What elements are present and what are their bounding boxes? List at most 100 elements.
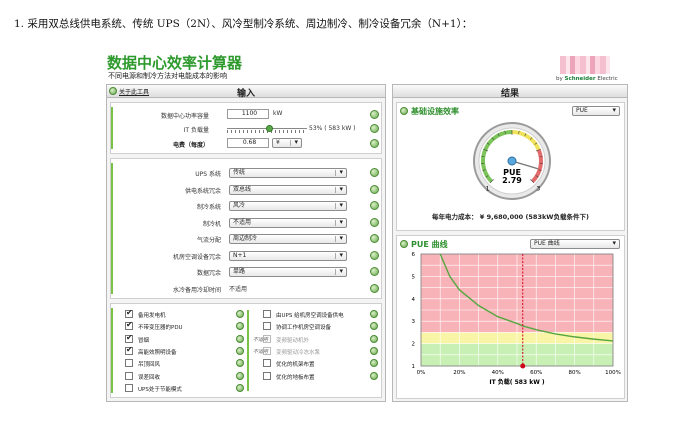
config-select[interactable]: 不适用 [229,217,347,228]
power-label: 数据中心功率容量 [160,113,209,120]
help-icon[interactable] [370,283,379,293]
help-icon[interactable] [370,310,378,318]
help-icon[interactable] [236,310,244,318]
config-label: UPS 系统 [195,171,221,178]
gauge-max-label: 3 [536,185,540,192]
y-tick-label: 2 [412,342,416,348]
config-select[interactable]: 风冷 [229,201,347,211]
option-checkbox[interactable] [263,359,271,368]
option-label: 优化的机架布置 [276,362,315,369]
x-tick-label: 40% [492,370,504,376]
option-checkbox[interactable] [263,371,271,380]
options-box: 备用发电机不带变压器的PDU 冒烟高能效照明设备吊顶回风误差回收 UPS处于节能模式… [110,303,382,398]
help-icon[interactable] [370,346,378,355]
help-icon[interactable] [370,334,378,343]
help-icon[interactable] [370,124,379,133]
option-checkbox[interactable] [263,310,271,318]
option-checkbox[interactable] [125,359,133,368]
option-label: 吊顶回风 [138,362,161,369]
option-checkbox[interactable] [125,371,133,380]
help-icon[interactable] [370,267,379,276]
option-label: 优化的地板布置 [276,374,315,381]
option-checkbox[interactable] [125,345,133,355]
it-load-marker-dot [520,363,526,369]
power-unit: kW [273,110,283,117]
help-icon[interactable] [370,139,379,148]
x-tick-label: 0% [417,370,426,376]
help-icon[interactable] [236,346,244,355]
it-load-value: 53% ( 583 kW ) [309,125,356,132]
metric-select[interactable]: PUE [572,106,620,116]
efficiency-title: 基础设施效率 [411,107,459,116]
annual-cost: 每年电力成本： ¥ 9,680,000 (583kW负载条件下) [432,213,589,221]
help-icon[interactable] [370,184,379,194]
config-select[interactable]: N+1 [229,250,347,261]
option-label: 高能效照明设备 [138,349,177,356]
logo-text: by Schneider Electric [556,76,618,82]
option-checkbox[interactable] [125,333,133,343]
help-icon[interactable] [236,334,244,343]
pue-gauge: PUE2.791 3 [473,122,551,200]
option-checkbox[interactable] [263,322,271,331]
help-icon[interactable] [400,240,408,248]
config-label: 机房空调设备冗余 [172,253,221,261]
help-icon[interactable] [236,383,244,392]
help-icon[interactable] [370,359,378,368]
config-label: 制冷系统 [196,204,221,211]
config-select[interactable]: 周边制冷 [229,234,347,244]
help-icon[interactable] [370,250,379,260]
help-icon[interactable] [236,371,244,380]
option-label: 变频驱动机外 [276,337,310,344]
currency-select[interactable]: ¥ [272,138,302,148]
input-panel-title: 输入 [236,89,255,99]
gauge-hub [507,156,517,166]
x-tick-label: 100% [605,370,621,376]
y-tick-label: 4 [412,297,416,303]
price-input[interactable]: 0.68 [227,138,269,148]
it-load-slider[interactable] [227,125,307,133]
curve-select[interactable]: PUE 曲线 [530,239,620,249]
help-icon[interactable] [370,110,379,119]
result-panel-title: 结果 [500,89,519,99]
help-icon[interactable] [236,322,244,331]
input-panel-header: 关于此工具 输入 [107,85,385,99]
option-label: UPS处于节能模式 [138,386,182,393]
slider-handle[interactable] [265,125,273,132]
section-accent [111,308,113,393]
x-tick-label: 80% [568,370,580,376]
option-label: 变频驱动冷冻水泵 [276,349,321,356]
option-checkbox[interactable] [125,383,133,392]
config-label: 供电系统冗余 [184,187,221,195]
y-tick-label: 6 [412,252,416,258]
y-tick-label: 1 [412,364,416,370]
config-label: 数据冗余 [196,270,221,277]
help-icon[interactable] [370,371,378,380]
help-icon[interactable] [370,168,379,177]
app-subtitle: 不同电源和制冷方法对电能成本的影响 [108,72,227,80]
config-label: 气流分配 [196,237,221,244]
help-icon[interactable] [400,107,408,115]
config-select[interactable]: 单路 [229,267,347,277]
input-panel: 关于此工具 输入 数据中心功率容量 1100 kW IT 负载量 53% ( 5… [106,84,386,402]
option-label: 冒烟 [138,337,150,344]
option-checkbox[interactable] [125,320,133,331]
x-axis-label: IT 负载( 583 kW ) [489,378,545,386]
help-icon[interactable] [236,359,244,368]
config-select[interactable]: 双总线 [229,184,347,195]
help-icon[interactable] [370,234,379,243]
y-tick-label: 5 [412,274,416,280]
help-icon[interactable] [370,217,379,227]
section-accent [111,107,113,149]
help-icon[interactable] [370,322,378,331]
not-applicable-label: 不适用 [253,336,269,343]
option-label: 备用发电机 [138,313,166,319]
power-input[interactable]: 1100 [227,109,269,119]
config-label: 水冷备用冷却时间 [172,286,221,294]
y-tick-label: 3 [412,319,416,325]
x-tick-label: 20% [453,370,465,376]
option-checkbox[interactable] [125,308,133,318]
config-select[interactable]: 传统 [229,168,347,178]
x-tick-label: 60% [530,370,542,376]
app-title: 数据中心效率计算器 [107,54,243,72]
help-icon[interactable] [370,201,379,210]
